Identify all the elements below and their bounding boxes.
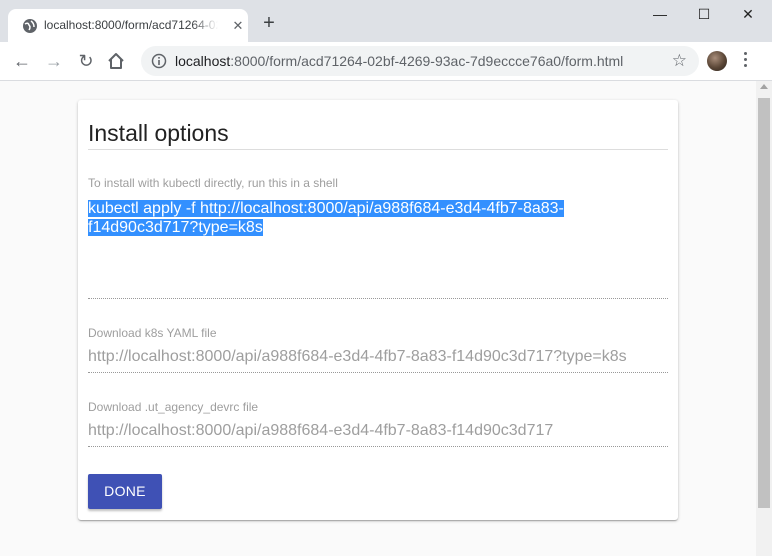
- close-window-button[interactable]: ✕: [733, 4, 763, 24]
- close-tab-icon[interactable]: ✕: [230, 18, 246, 34]
- globe-icon: [23, 19, 37, 33]
- minimize-button[interactable]: —: [645, 4, 675, 24]
- done-button[interactable]: DONE: [88, 474, 162, 509]
- kubectl-field-underline: [88, 298, 668, 299]
- url-text: localhost:8000/form/acd71264-02bf-4269-9…: [175, 53, 623, 69]
- star-icon[interactable]: ☆: [672, 51, 687, 71]
- devrc-url-field[interactable]: http://localhost:8000/api/a988f684-e3d4-…: [88, 422, 668, 440]
- scrollbar-thumb[interactable]: [758, 98, 770, 508]
- home-icon[interactable]: [106, 51, 126, 71]
- profile-avatar[interactable]: [707, 51, 727, 71]
- reload-icon[interactable]: ↻: [74, 50, 98, 72]
- card-title: Install options: [88, 120, 229, 146]
- yaml-label: Download k8s YAML file: [88, 326, 217, 340]
- devrc-field-underline: [88, 446, 668, 447]
- info-icon[interactable]: [151, 53, 167, 69]
- address-bar[interactable]: localhost:8000/form/acd71264-02bf-4269-9…: [141, 46, 699, 76]
- tab-strip: localhost:8000/form/acd71264-02bf-4269-9…: [0, 0, 772, 42]
- kubectl-command-field[interactable]: kubectl apply -f http://localhost:8000/a…: [88, 199, 588, 237]
- tab-title: localhost:8000/form/acd71264-02bf-4269-9…: [44, 18, 218, 32]
- title-divider: [88, 149, 668, 150]
- kubectl-command-line2: f14d90c3d717?type=k8s: [88, 219, 263, 236]
- devrc-label: Download .ut_agency_devrc file: [88, 400, 259, 414]
- kubectl-command-line1: kubectl apply -f http://localhost:8000/a…: [88, 200, 564, 217]
- browser-tab[interactable]: localhost:8000/form/acd71264-02bf-4269-9…: [8, 9, 248, 42]
- kubectl-label: To install with kubectl directly, run th…: [88, 176, 338, 190]
- maximize-button[interactable]: ☐: [689, 4, 719, 24]
- menu-icon[interactable]: [742, 52, 748, 70]
- yaml-url-field[interactable]: http://localhost:8000/api/a988f684-e3d4-…: [88, 348, 668, 366]
- browser-toolbar: ← → ↻ localhost:8000/form/acd71264-02bf-…: [0, 42, 772, 81]
- back-arrow-icon[interactable]: ←: [10, 50, 34, 72]
- yaml-field-underline: [88, 372, 668, 373]
- new-tab-button[interactable]: +: [259, 13, 279, 33]
- scrollbar[interactable]: [756, 81, 772, 556]
- scroll-up-icon[interactable]: [760, 84, 768, 89]
- install-options-card: Install options To install with kubectl …: [78, 100, 678, 520]
- url-path: :8000/form/acd71264-02bf-4269-93ac-7d9ec…: [230, 53, 624, 69]
- forward-arrow-icon[interactable]: →: [42, 50, 66, 72]
- url-host: localhost: [175, 53, 231, 69]
